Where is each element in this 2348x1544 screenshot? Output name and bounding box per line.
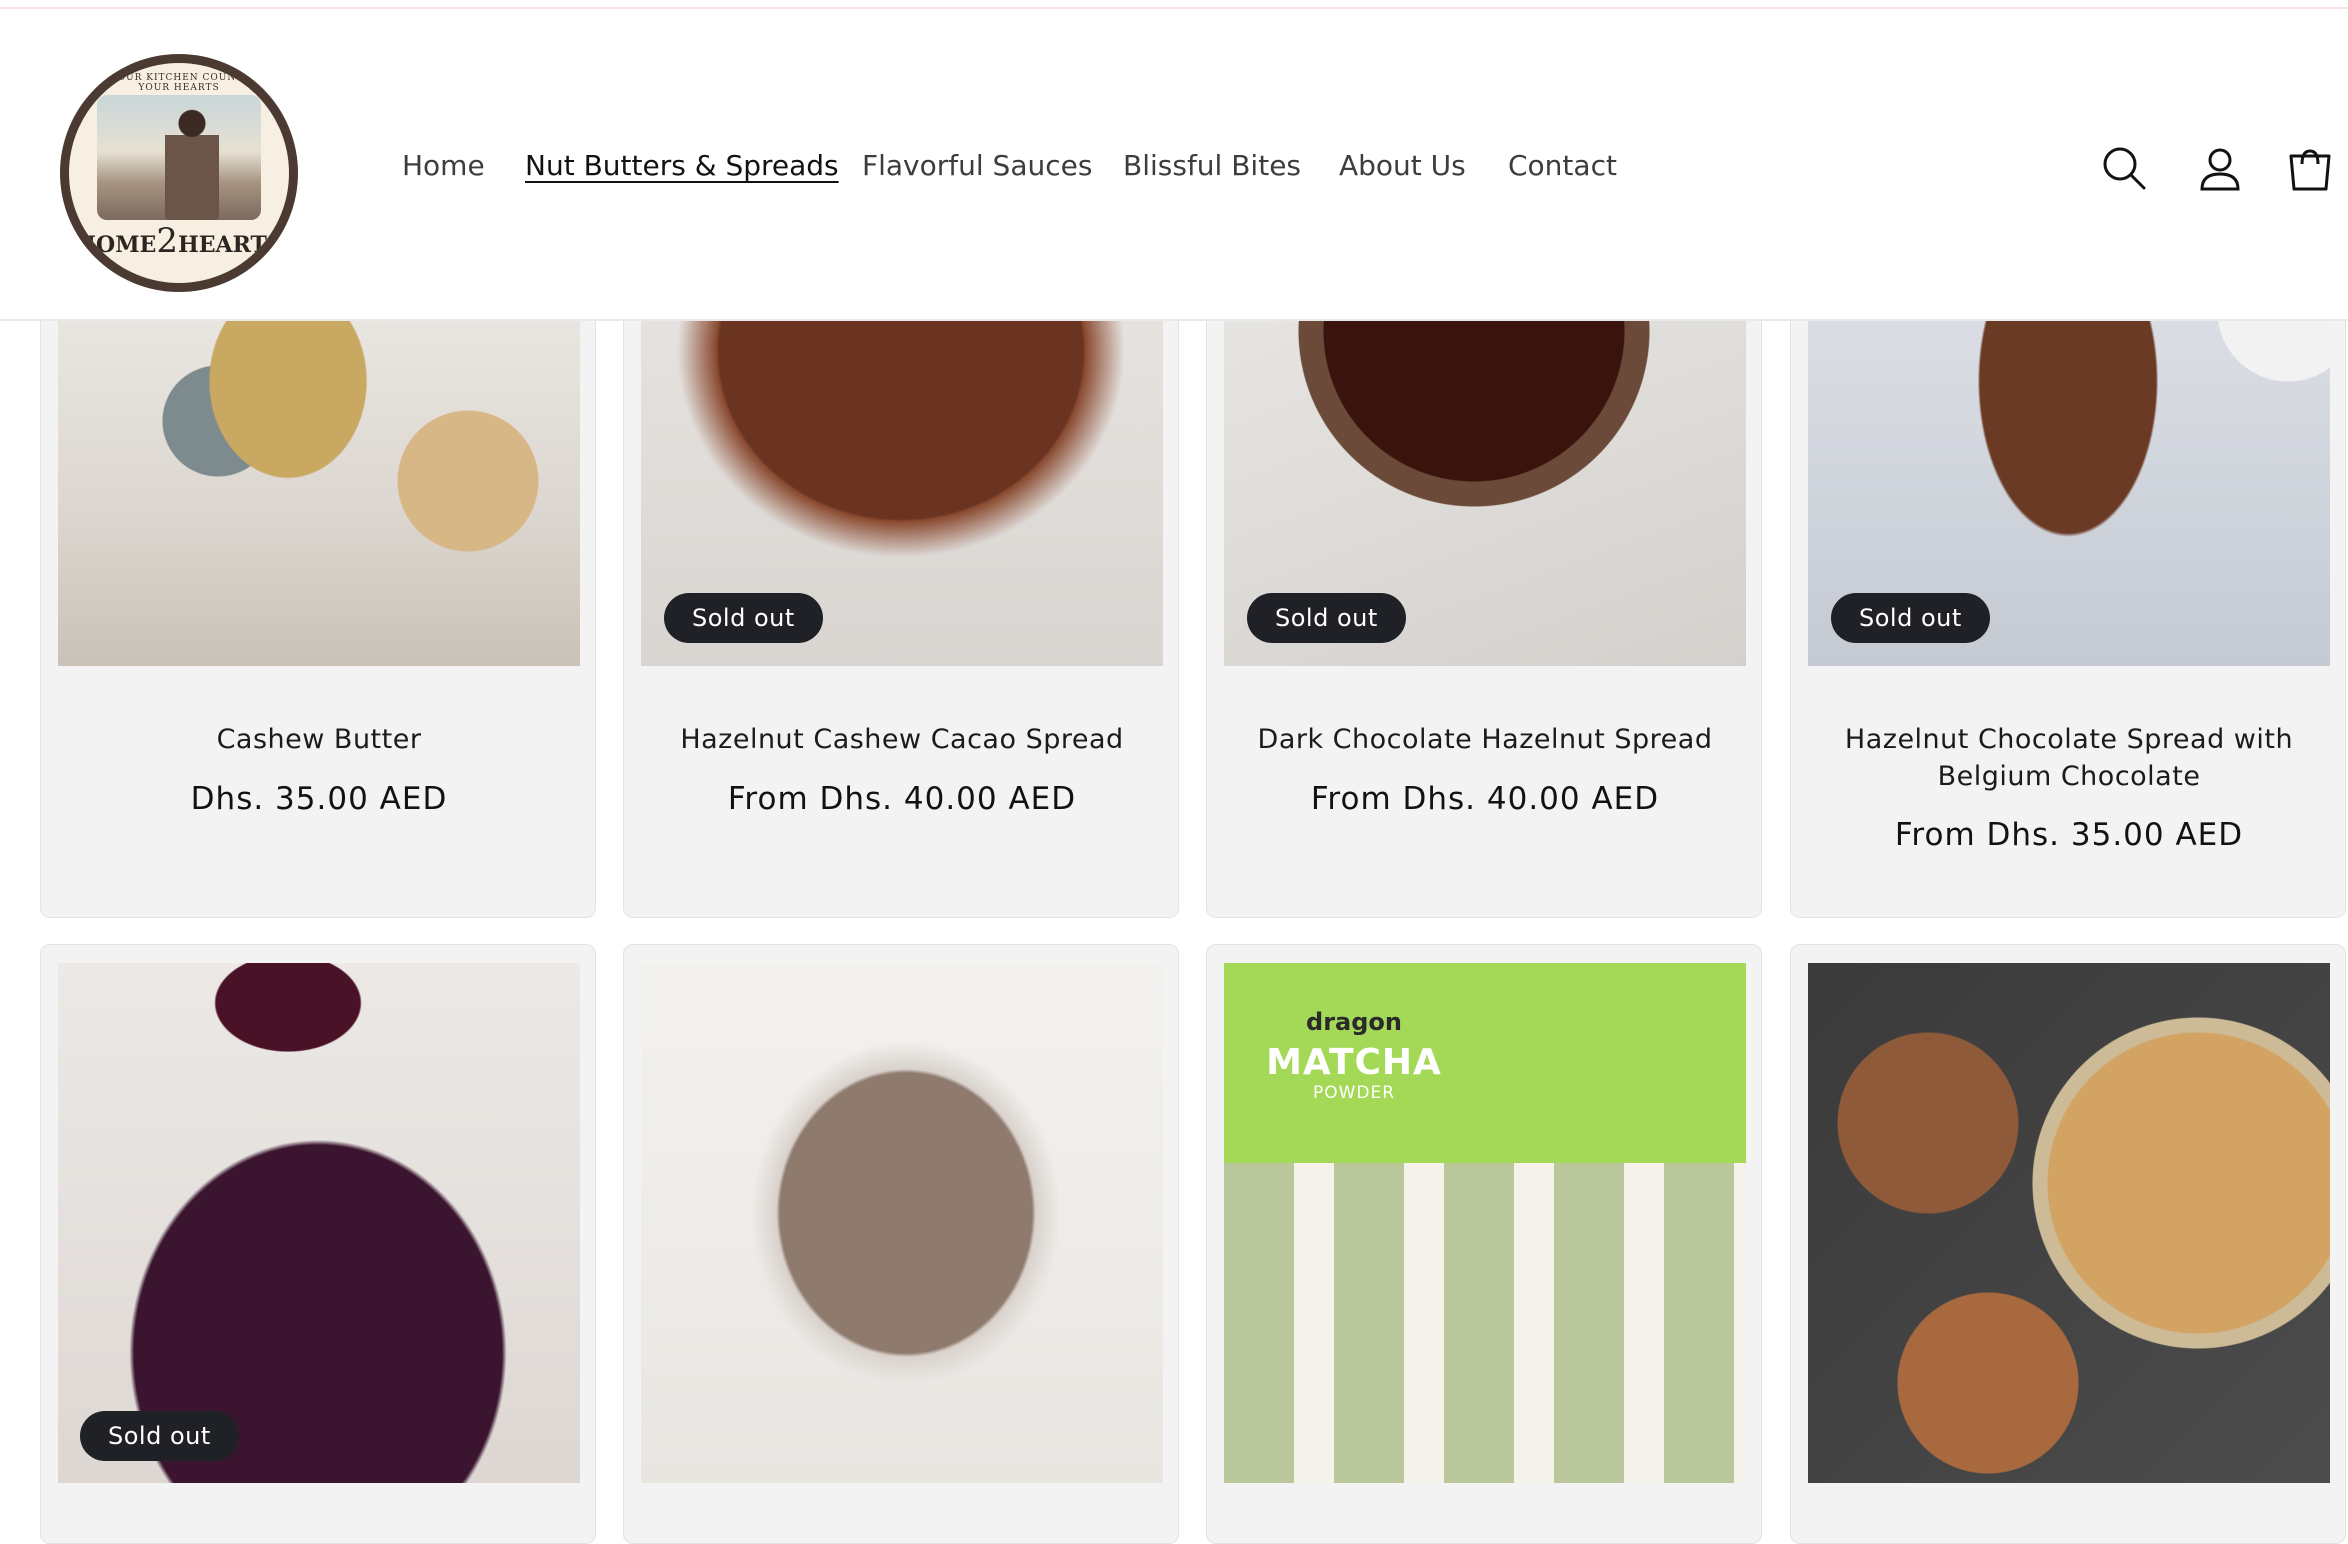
logo-wordmark-right: HEARTS (177, 232, 283, 258)
nav-home[interactable]: Home (402, 149, 485, 182)
product-image[interactable] (641, 963, 1163, 1483)
product-card[interactable]: Cashew Butter Dhs. 35.00 AED (40, 270, 596, 918)
logo-wordmark-left: HOME (75, 232, 157, 258)
logo-wordmark: HOME2HEARTS (69, 221, 289, 261)
matcha-brand: dragon (1306, 1008, 1402, 1036)
matcha-word: MATCHA (1266, 1042, 1442, 1083)
nav-flavorful-sauces[interactable]: Flavorful Sauces (862, 149, 1092, 182)
product-card[interactable] (1790, 944, 2346, 1544)
logo-badge: FROM OUR KITCHEN COUNTER TO YOUR HEARTS … (69, 63, 289, 283)
nav-blissful-bites[interactable]: Blissful Bites (1123, 149, 1301, 182)
sold-out-badge: Sold out (1831, 593, 1990, 643)
logo-ring-text: FROM OUR KITCHEN COUNTER TO YOUR HEARTS (80, 73, 278, 93)
product-price: From Dhs. 35.00 AED (1894, 817, 2244, 853)
product-price: Dhs. 35.00 AED (190, 781, 448, 817)
nav-contact[interactable]: Contact (1508, 149, 1617, 182)
product-title[interactable]: Dark Chocolate Hazelnut Spread (1227, 721, 1743, 758)
product-price: From Dhs. 40.00 AED (727, 781, 1077, 817)
logo-person-figure (165, 105, 219, 220)
product-title[interactable]: Cashew Butter (61, 721, 577, 758)
product-image[interactable] (58, 271, 580, 666)
site-header: FROM OUR KITCHEN COUNTER TO YOUR HEARTS … (0, 9, 2348, 321)
product-image[interactable] (58, 963, 580, 1483)
search-icon[interactable] (2100, 144, 2150, 194)
nav-nut-butters-spreads[interactable]: Nut Butters & Spreads (525, 149, 839, 182)
sold-out-badge: Sold out (1247, 593, 1406, 643)
product-card[interactable]: Sold out Dark Chocolate Hazelnut Spread … (1206, 270, 1762, 918)
cart-icon[interactable] (2285, 144, 2335, 194)
nav-about-us[interactable]: About Us (1339, 149, 1466, 182)
product-image[interactable]: dragon MATCHA POWDER (1224, 963, 1746, 1483)
product-price: From Dhs. 40.00 AED (1310, 781, 1660, 817)
product-title[interactable]: Hazelnut Chocolate Spread with Belgium C… (1811, 721, 2327, 795)
sold-out-badge: Sold out (80, 1411, 239, 1461)
product-card[interactable] (623, 944, 1179, 1544)
product-card[interactable]: dragon MATCHA POWDER (1206, 944, 1762, 1544)
logo[interactable]: FROM OUR KITCHEN COUNTER TO YOUR HEARTS … (60, 54, 298, 292)
product-card[interactable]: Sold out (40, 944, 596, 1544)
product-image[interactable] (1808, 963, 2330, 1483)
product-card[interactable]: Sold out Hazelnut Chocolate Spread with … (1790, 270, 2346, 918)
sold-out-badge: Sold out (664, 593, 823, 643)
product-card[interactable]: Sold out Hazelnut Cashew Cacao Spread Fr… (623, 270, 1179, 918)
logo-illustration (97, 95, 261, 220)
logo-wordmark-number: 2 (156, 221, 178, 261)
matcha-pack-label: dragon MATCHA POWDER (1244, 1008, 1464, 1103)
product-title[interactable]: Hazelnut Cashew Cacao Spread (644, 721, 1160, 758)
matcha-sub: POWDER (1312, 1083, 1396, 1103)
account-icon[interactable] (2195, 144, 2245, 194)
